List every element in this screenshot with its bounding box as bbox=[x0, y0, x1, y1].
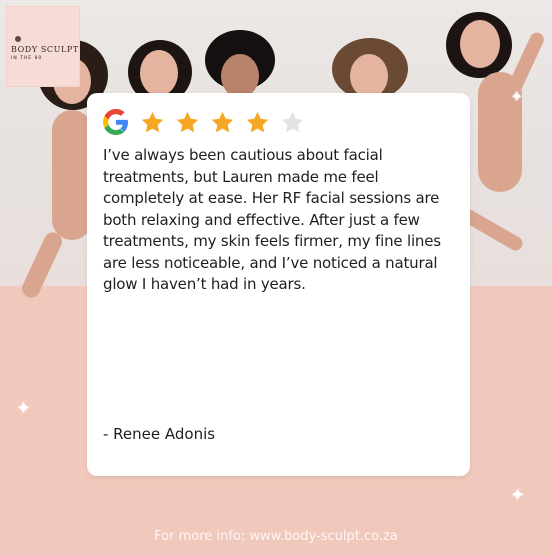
star-empty-icon bbox=[281, 111, 304, 133]
brand-logo: BODY SCULPT IN THE 80 bbox=[6, 6, 80, 87]
promo-canvas: BODY SCULPT IN THE 80 ✦ ✦ ✦ I’ve always … bbox=[0, 0, 552, 555]
google-icon bbox=[103, 109, 128, 135]
sparkle-icon: ✦ bbox=[510, 485, 526, 506]
star-filled-icon bbox=[246, 111, 269, 133]
sparkle-icon: ✦ bbox=[510, 87, 524, 106]
sparkle-icon: ✦ bbox=[16, 398, 32, 419]
logo-dot-icon bbox=[15, 36, 21, 42]
star-filled-icon bbox=[176, 111, 199, 133]
star-filled-icon bbox=[211, 111, 234, 133]
review-card: I’ve always been cautious about facial t… bbox=[87, 93, 470, 476]
star-filled-icon bbox=[141, 111, 164, 133]
review-text: I’ve always been cautious about facial t… bbox=[103, 146, 441, 293]
reviewer-name: - Renee Adonis bbox=[103, 425, 216, 443]
footer-info: For more info: www.body-sculpt.co.za bbox=[154, 529, 398, 544]
star-rating bbox=[140, 110, 305, 135]
logo-subtitle: IN THE 80 bbox=[11, 56, 43, 61]
logo-title: BODY SCULPT bbox=[11, 45, 79, 54]
